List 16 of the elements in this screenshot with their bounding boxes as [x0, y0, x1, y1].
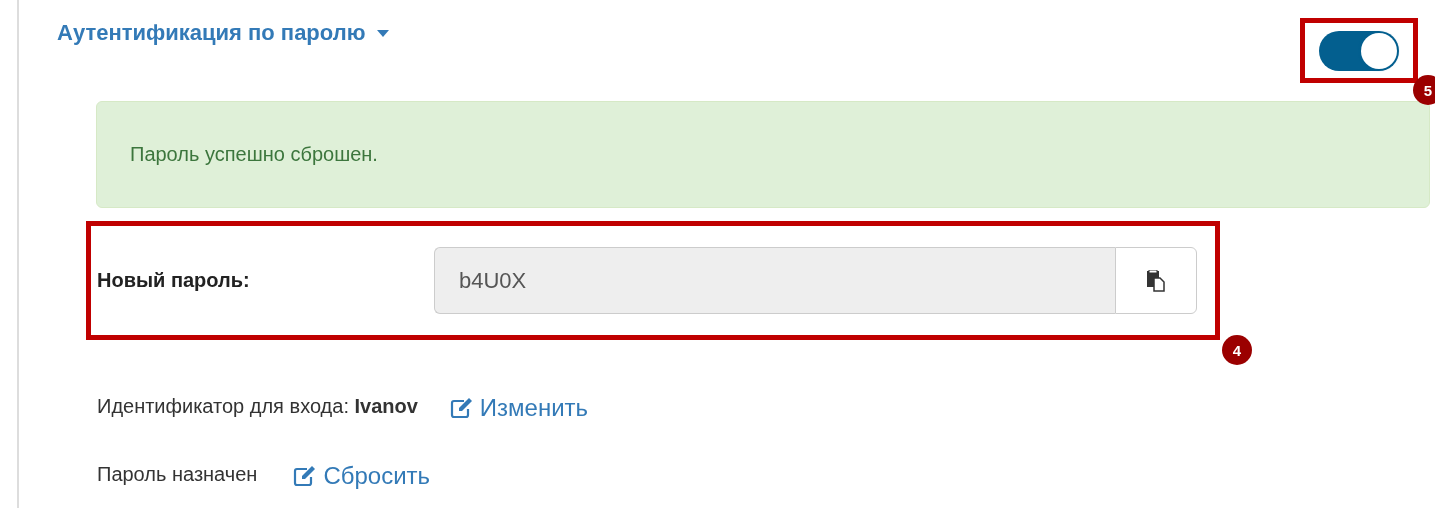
edit-icon — [293, 465, 318, 487]
annotation-badge: 4 — [1222, 335, 1252, 365]
login-id-text: Идентификатор для входа: Ivanov — [97, 394, 418, 418]
copy-icon — [1146, 269, 1166, 292]
reset-link[interactable]: Сбросить — [293, 462, 431, 490]
edit-icon — [449, 397, 474, 419]
copy-button[interactable] — [1115, 247, 1197, 314]
field-label: Новый пароль: — [97, 269, 251, 292]
password-status-text: Пароль назначен — [97, 462, 258, 486]
edit-link[interactable]: Изменить — [449, 394, 589, 422]
password-field[interactable]: b4U0X — [434, 247, 1115, 314]
alert-message: Пароль успешно сброшен. — [130, 143, 378, 166]
section-title-dropdown[interactable]: Аутентификация по паролю — [57, 20, 390, 46]
toggle-switch[interactable] — [1319, 30, 1399, 71]
annotation-badge: 5 — [1413, 75, 1435, 105]
caret-icon — [377, 29, 390, 37]
